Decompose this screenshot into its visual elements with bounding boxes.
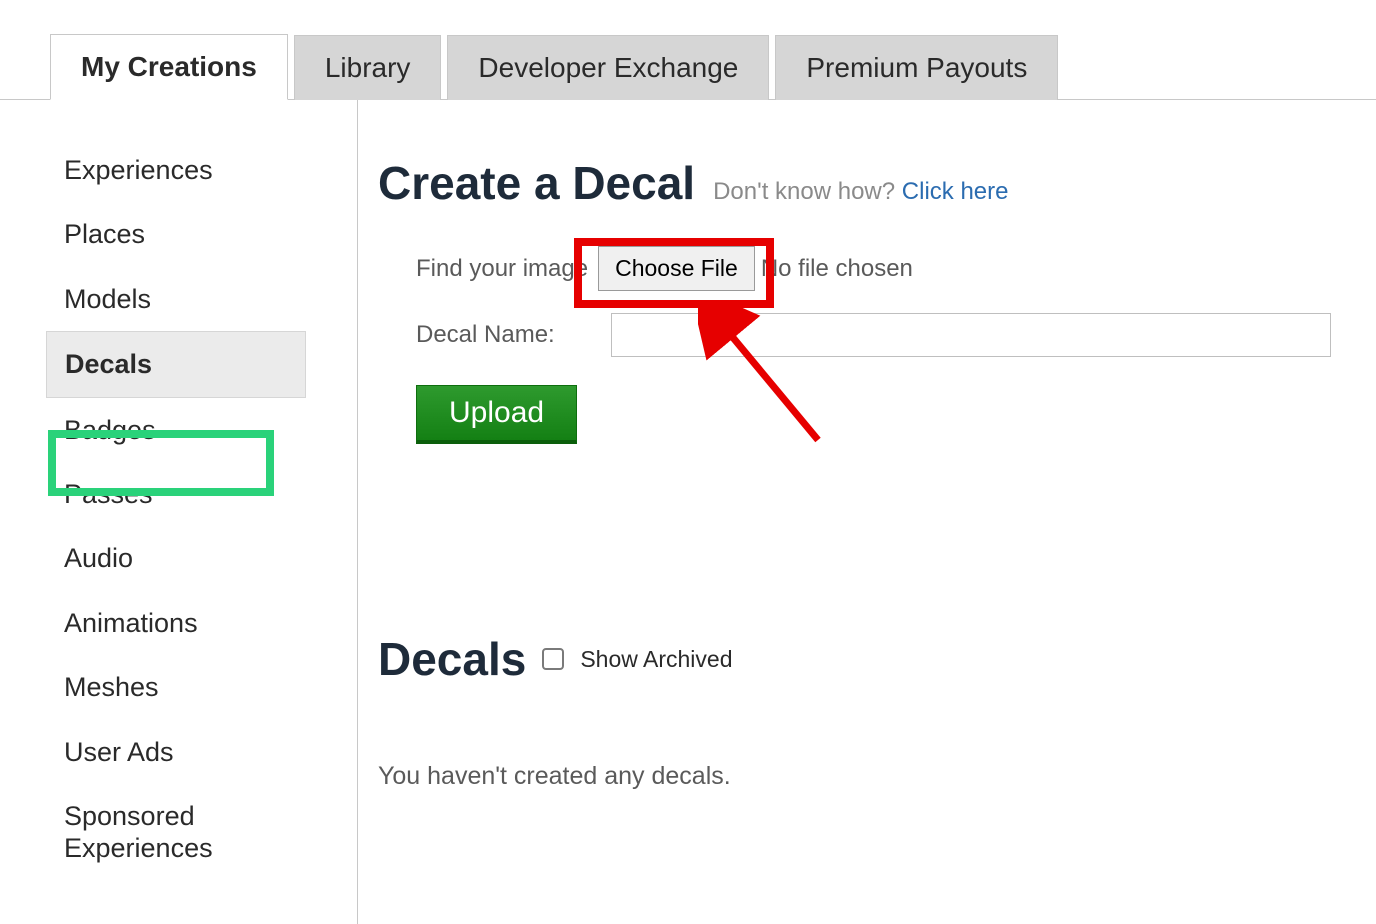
sidebar-item-audio[interactable]: Audio xyxy=(46,526,357,590)
sidebar: Experiences Places Models Decals Badges … xyxy=(0,100,358,924)
help-prefix: Don't know how? xyxy=(713,178,902,205)
content: Create a Decal Don't know how? Click her… xyxy=(358,100,1376,924)
show-archived-label: Show Archived xyxy=(580,646,732,673)
sidebar-item-decals[interactable]: Decals xyxy=(46,331,306,397)
file-chosen-status: No file chosen xyxy=(761,255,913,283)
decal-name-label: Decal Name: xyxy=(416,321,555,349)
page-title: Create a Decal xyxy=(378,156,695,210)
sidebar-item-meshes[interactable]: Meshes xyxy=(46,655,357,719)
tab-premium-payouts[interactable]: Premium Payouts xyxy=(775,35,1058,100)
top-tab-bar: My Creations Library Developer Exchange … xyxy=(0,0,1376,100)
help-link[interactable]: Click here xyxy=(902,178,1009,205)
sidebar-item-places[interactable]: Places xyxy=(46,202,357,266)
upload-button[interactable]: Upload xyxy=(416,385,577,444)
tab-my-creations[interactable]: My Creations xyxy=(50,34,288,100)
sidebar-item-animations[interactable]: Animations xyxy=(46,591,357,655)
sidebar-item-user-ads[interactable]: User Ads xyxy=(46,720,357,784)
tab-developer-exchange[interactable]: Developer Exchange xyxy=(447,35,769,100)
sidebar-item-models[interactable]: Models xyxy=(46,267,357,331)
show-archived-checkbox[interactable] xyxy=(542,648,564,670)
empty-state-message: You haven't created any decals. xyxy=(378,762,1376,791)
choose-file-button[interactable]: Choose File xyxy=(598,246,755,291)
sidebar-item-sponsored-experiences[interactable]: Sponsored Experiences xyxy=(46,784,357,881)
decal-name-input[interactable] xyxy=(611,313,1331,357)
sidebar-item-badges[interactable]: Badges xyxy=(46,398,357,462)
tab-library[interactable]: Library xyxy=(294,35,442,100)
decals-section-title: Decals xyxy=(378,632,526,686)
sidebar-item-passes[interactable]: Passes xyxy=(46,462,357,526)
sidebar-item-experiences[interactable]: Experiences xyxy=(46,138,357,202)
help-text: Don't know how? Click here xyxy=(713,178,1008,206)
find-image-label: Find your image xyxy=(416,255,588,283)
